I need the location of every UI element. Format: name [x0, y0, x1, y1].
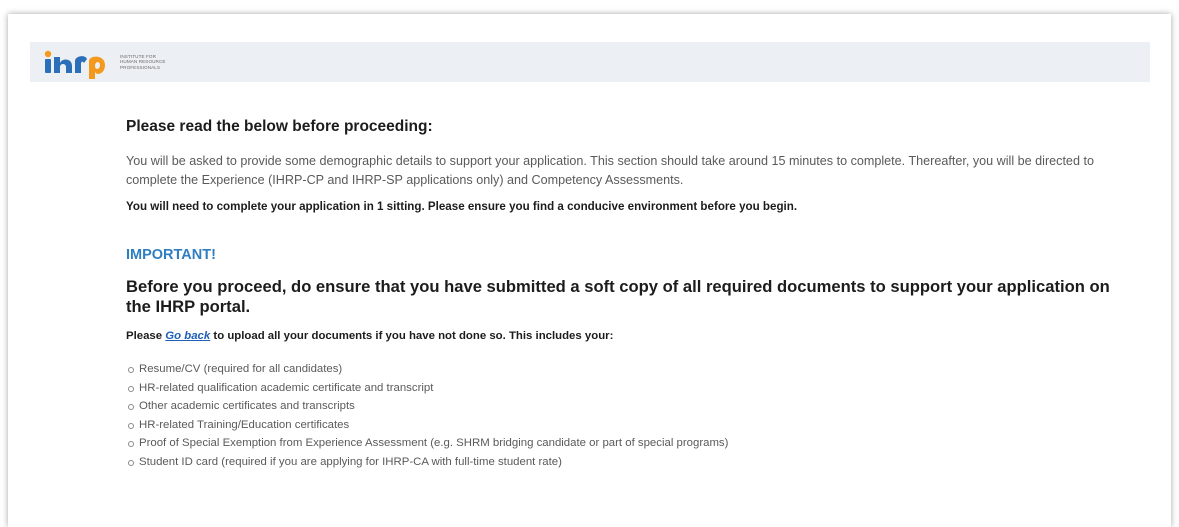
sitting-note: You will need to complete your applicati… — [126, 200, 798, 213]
bullet-icon — [128, 367, 134, 373]
list-item: HR-related qualification academic certif… — [126, 379, 1126, 398]
logo-text-line-2: HUMAN RESOURCE — [120, 59, 166, 65]
goback-instruction: Please Go back to upload all your docume… — [126, 330, 1126, 342]
go-back-link[interactable]: Go back — [165, 330, 210, 342]
goback-suffix: to upload all your documents if you have… — [210, 330, 614, 342]
list-item-label: Resume/CV (required for all candidates) — [139, 363, 343, 375]
list-item: Proof of Special Exemption from Experien… — [126, 434, 1126, 453]
list-item: Other academic certificates and transcri… — [126, 397, 1126, 416]
list-item-label: HR-related qualification academic certif… — [139, 381, 434, 394]
header-bar: INSTITUTE FOR HUMAN RESOURCE PROFESSIONA… — [30, 42, 1150, 82]
bullet-icon — [128, 459, 134, 466]
required-documents-list: Resume/CV (required for all candidates) … — [126, 360, 1126, 471]
ihrp-logo[interactable]: INSTITUTE FOR HUMAN RESOURCE PROFESSIONA… — [44, 45, 166, 79]
logo-text: INSTITUTE FOR HUMAN RESOURCE PROFESSIONA… — [120, 54, 166, 70]
list-item-label: Proof of Special Exemption from Experien… — [139, 437, 729, 449]
list-item-label: Student ID card (required if you are app… — [139, 455, 562, 468]
bullet-icon — [128, 422, 134, 429]
list-item-label: Other academic certificates and transcri… — [139, 400, 355, 412]
list-item: HR-related Training/Education certificat… — [126, 416, 1126, 435]
page-title: Please read the below before proceeding: — [126, 118, 433, 135]
bullet-icon — [128, 441, 134, 447]
bullet-icon — [128, 385, 134, 392]
list-item-label: HR-related Training/Education certificat… — [139, 418, 350, 431]
intro-paragraph: You will be asked to provide some demogr… — [126, 154, 1094, 187]
list-item: Resume/CV (required for all candidates) — [126, 360, 1126, 379]
instructions-content: Please read the below before proceeding:… — [126, 118, 1126, 471]
goback-prefix: Please — [126, 330, 166, 342]
important-heading: IMPORTANT! — [126, 247, 216, 263]
ihrp-logo-mark — [44, 50, 105, 79]
list-item: Student ID card (required if you are app… — [126, 453, 1126, 472]
proceed-heading: Before you proceed, do ensure that you h… — [126, 277, 1110, 316]
bullet-icon — [128, 404, 134, 410]
logo-text-line-3: PROFESSIONALS — [120, 64, 161, 70]
